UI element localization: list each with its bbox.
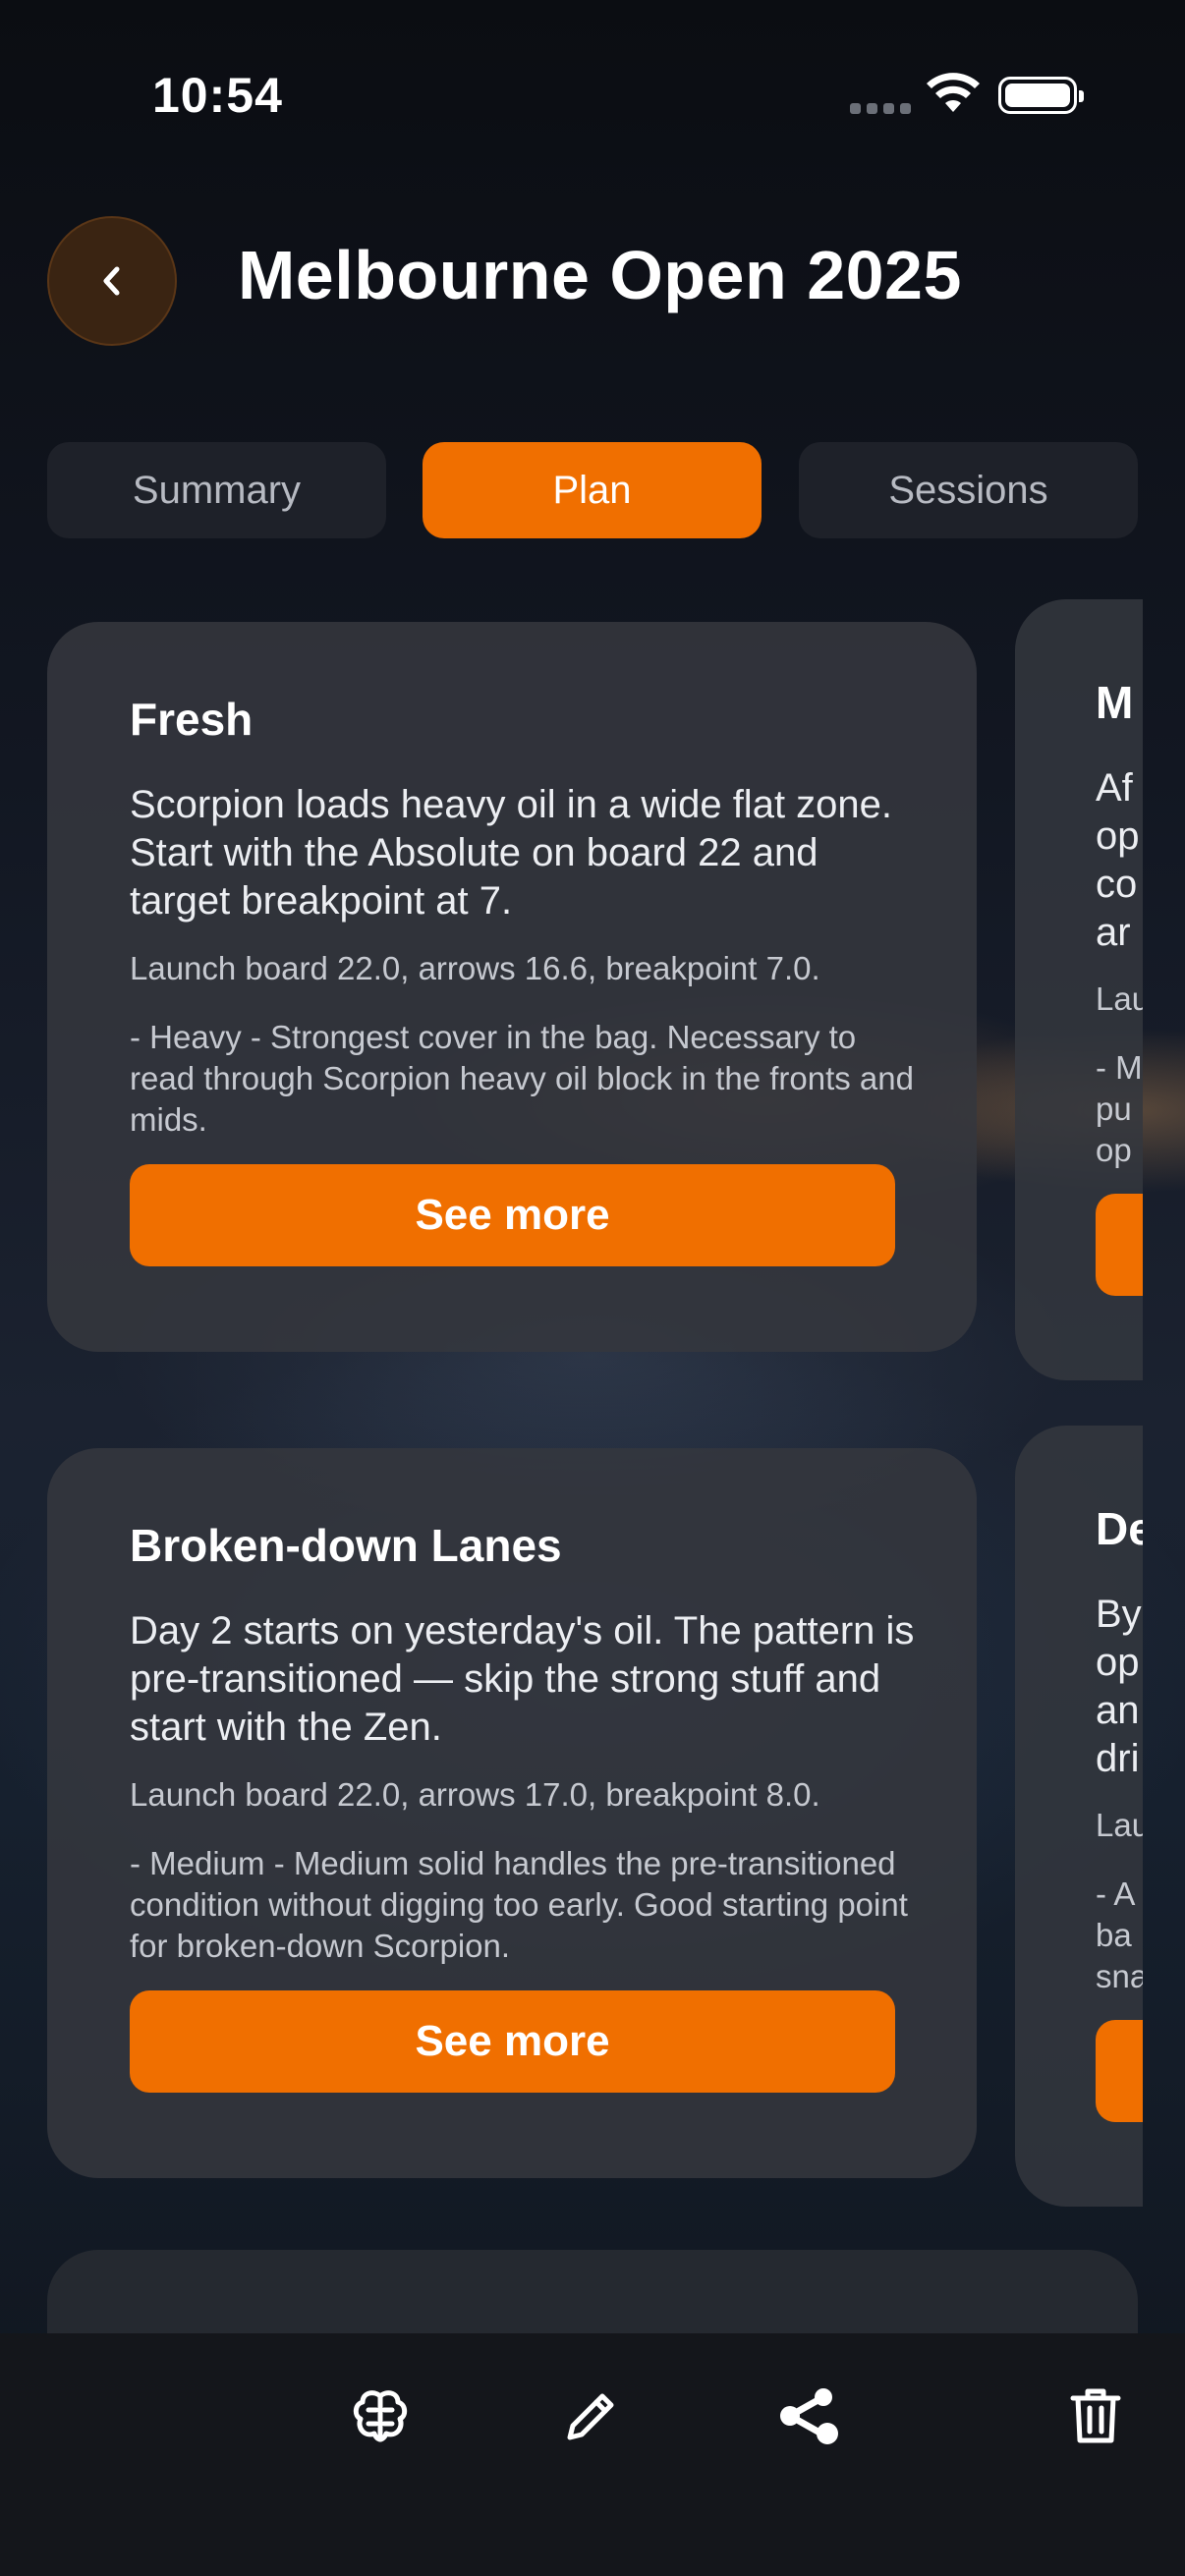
back-button[interactable] (47, 216, 177, 346)
next-plan-card-peek[interactable]: M Af op co ar Lau - Mpu op (1015, 599, 1143, 1380)
card-description: Scorpion loads heavy oil in a wide flat … (130, 783, 893, 923)
card-description: Af op co ar (1096, 766, 1140, 954)
tab-sessions[interactable]: Sessions (799, 442, 1138, 538)
see-more-button[interactable] (1096, 1194, 1143, 1296)
share-button[interactable] (770, 2377, 849, 2455)
card-description: Day 2 starts on yesterday's oil. The pat… (130, 1609, 915, 1749)
battery-icon (998, 77, 1084, 114)
card-launch-stats: Launch board 22.0, arrows 16.6, breakpoi… (130, 950, 820, 986)
next-plan-card-peek[interactable]: De By op an dri Lau - Aba sna (1015, 1426, 1143, 2207)
tab-bar: Summary Plan Sessions (47, 442, 1138, 538)
delete-button[interactable] (1056, 2377, 1135, 2455)
bottom-toolbar (0, 2333, 1185, 2576)
pencil-icon (567, 2393, 614, 2440)
card-ball-note: - Heavy - Strongest cover in the bag. Ne… (130, 1019, 914, 1138)
status-time: 10:54 (152, 68, 283, 123)
page-title: Melbourne Open 2025 (238, 237, 962, 313)
brain-icon (353, 2390, 408, 2442)
card-title: M (1096, 677, 1134, 728)
plan-card: Fresh Scorpion loads heavy oil in a wide… (47, 622, 977, 1352)
share-icon (780, 2388, 838, 2444)
tab-summary[interactable]: Summary (47, 442, 386, 538)
edit-button[interactable] (552, 2377, 631, 2455)
card-launch-stats: Lau (1096, 980, 1143, 1017)
plan-card: Broken-down Lanes Day 2 starts on yester… (47, 1448, 977, 2178)
trash-icon (1070, 2388, 1121, 2443)
card-title: Fresh (130, 694, 254, 745)
card-launch-stats: Lau (1096, 1807, 1143, 1843)
cellular-signal-icon (850, 103, 911, 114)
chevron-left-icon (103, 266, 120, 296)
ai-brain-button[interactable] (341, 2377, 420, 2455)
card-launch-stats: Launch board 22.0, arrows 17.0, breakpoi… (130, 1776, 820, 1813)
see-more-button[interactable]: See more (130, 1164, 895, 1266)
wifi-icon (927, 73, 980, 112)
status-bar: 10:54 (0, 0, 1185, 187)
card-ball-note: - Aba sna (1096, 1876, 1143, 1994)
card-title: Broken-down Lanes (130, 1520, 562, 1571)
card-ball-note: - Medium - Medium solid handles the pre-… (130, 1845, 908, 1964)
see-more-button[interactable]: See more (130, 1990, 895, 2093)
tab-plan[interactable]: Plan (423, 442, 762, 538)
card-ball-note: - Mpu op (1096, 1049, 1143, 1168)
card-title: De (1096, 1503, 1143, 1554)
see-more-button[interactable] (1096, 2020, 1143, 2122)
card-description: By op an dri (1096, 1593, 1142, 1780)
